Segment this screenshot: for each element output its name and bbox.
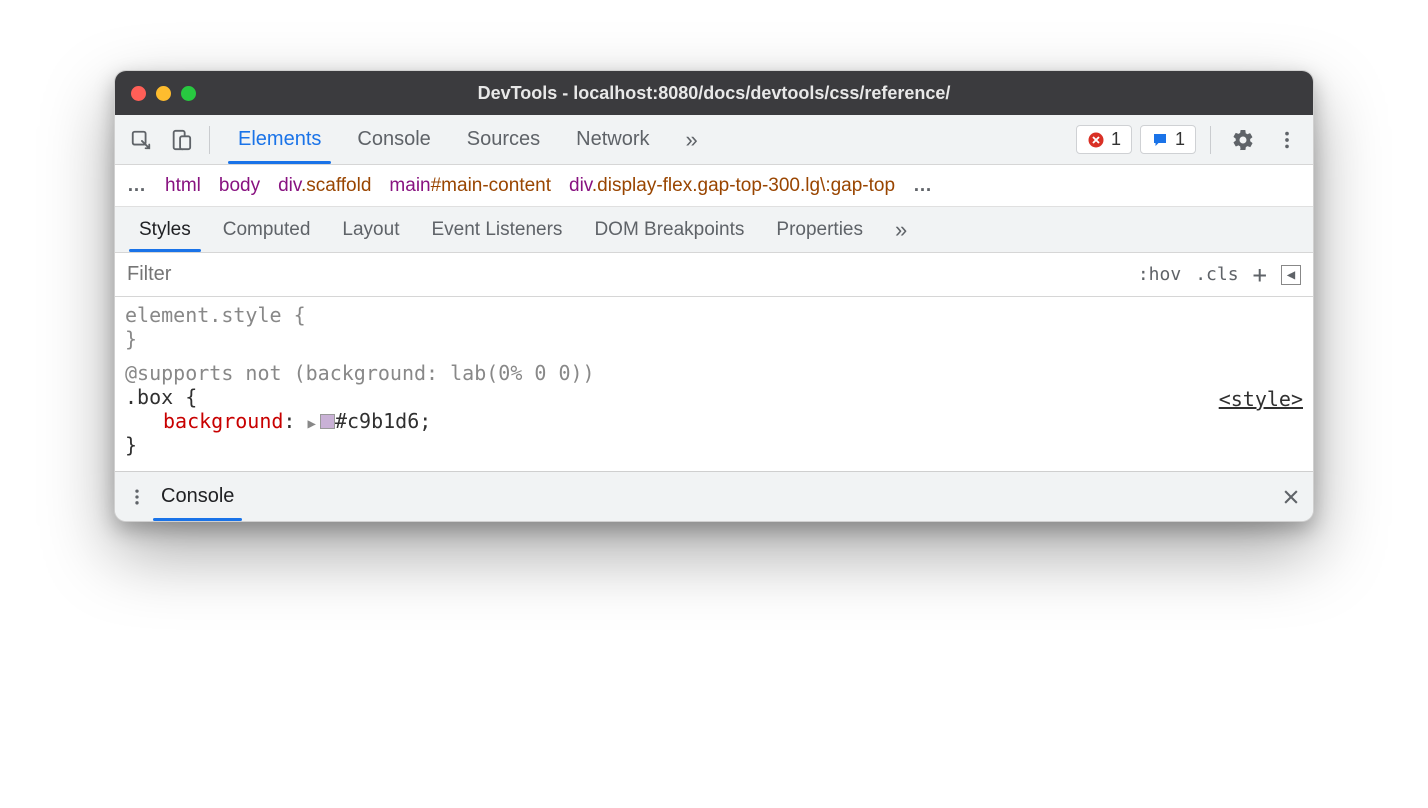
new-style-rule-button[interactable]: + xyxy=(1253,261,1267,289)
subtab-dom-breakpoints[interactable]: DOM Breakpoints xyxy=(578,207,760,252)
drawer-more-icon[interactable] xyxy=(127,487,147,507)
tab-elements[interactable]: Elements xyxy=(220,115,339,164)
separator xyxy=(1210,126,1211,154)
more-subtabs-icon[interactable]: » xyxy=(879,207,923,252)
inspect-element-icon[interactable] xyxy=(123,122,159,158)
breadcrumb-item[interactable]: div.scaffold xyxy=(278,175,371,197)
zoom-window-button[interactable] xyxy=(181,86,196,101)
titlebar: DevTools - localhost:8080/docs/devtools/… xyxy=(115,71,1313,115)
css-rule-close: } xyxy=(125,433,1303,457)
tab-sources[interactable]: Sources xyxy=(449,115,558,164)
element-style-open[interactable]: element.style { xyxy=(125,303,1303,327)
css-selector[interactable]: .box { xyxy=(125,385,1303,409)
messages-count: 1 xyxy=(1175,129,1185,150)
devtools-window: DevTools - localhost:8080/docs/devtools/… xyxy=(114,70,1314,522)
window-controls xyxy=(131,86,196,101)
close-window-button[interactable] xyxy=(131,86,146,101)
css-property-name[interactable]: background xyxy=(163,409,283,433)
more-tabs-icon[interactable]: » xyxy=(668,115,716,164)
main-tabs: Elements Console Sources Network » xyxy=(220,115,1072,164)
breadcrumb-item[interactable]: html xyxy=(165,175,201,197)
at-supports[interactable]: @supports not (background: lab(0% 0 0)) xyxy=(125,361,1303,385)
css-declaration[interactable]: background: ▶#c9b1d6; xyxy=(125,409,1303,433)
breadcrumb-overflow-left[interactable]: … xyxy=(127,175,147,197)
expand-shorthand-icon[interactable]: ▶ xyxy=(308,416,316,432)
styles-subtabs: Styles Computed Layout Event Listeners D… xyxy=(115,207,1313,253)
color-swatch-icon[interactable] xyxy=(320,414,335,429)
toolbar-right: 1 1 xyxy=(1076,122,1305,158)
minimize-window-button[interactable] xyxy=(156,86,171,101)
css-rule: @supports not (background: lab(0% 0 0)) … xyxy=(125,361,1303,457)
source-link[interactable]: <style> xyxy=(1219,387,1303,411)
close-drawer-icon[interactable] xyxy=(1281,487,1301,507)
styles-filter-input[interactable] xyxy=(115,263,1138,286)
styles-panel: element.style { } @supports not (backgro… xyxy=(115,297,1313,471)
errors-badge[interactable]: 1 xyxy=(1076,125,1132,154)
dom-breadcrumb[interactable]: … html body div.scaffold main#main-conte… xyxy=(115,165,1313,207)
window-title: DevTools - localhost:8080/docs/devtools/… xyxy=(115,83,1313,104)
settings-icon[interactable] xyxy=(1225,122,1261,158)
css-property-value[interactable]: #c9b1d6 xyxy=(335,409,419,433)
subtab-computed[interactable]: Computed xyxy=(207,207,327,252)
device-toolbar-icon[interactable] xyxy=(163,122,199,158)
subtab-styles[interactable]: Styles xyxy=(123,207,207,252)
element-style-close: } xyxy=(125,327,1303,351)
cls-toggle[interactable]: .cls xyxy=(1195,264,1238,285)
errors-count: 1 xyxy=(1111,129,1121,150)
hov-toggle[interactable]: :hov xyxy=(1138,264,1181,285)
breadcrumb-overflow-right[interactable]: … xyxy=(913,175,933,197)
subtab-properties[interactable]: Properties xyxy=(760,207,879,252)
drawer-tab-console[interactable]: Console xyxy=(147,472,248,521)
more-menu-icon[interactable] xyxy=(1269,122,1305,158)
subtab-layout[interactable]: Layout xyxy=(326,207,415,252)
styles-filter-bar: :hov .cls + ◀ xyxy=(115,253,1313,297)
toggle-sidebar-icon[interactable]: ◀ xyxy=(1281,265,1301,285)
tab-network[interactable]: Network xyxy=(558,115,667,164)
tab-console[interactable]: Console xyxy=(339,115,448,164)
breadcrumb-item[interactable]: div.display-flex.gap-top-300.lg\:gap-top xyxy=(569,175,895,197)
breadcrumb-item[interactable]: main#main-content xyxy=(389,175,551,197)
messages-badge[interactable]: 1 xyxy=(1140,125,1196,154)
subtab-event-listeners[interactable]: Event Listeners xyxy=(415,207,578,252)
breadcrumb-item[interactable]: body xyxy=(219,175,260,197)
main-toolbar: Elements Console Sources Network » 1 1 xyxy=(115,115,1313,165)
separator xyxy=(209,126,210,154)
drawer: Console xyxy=(115,471,1313,521)
